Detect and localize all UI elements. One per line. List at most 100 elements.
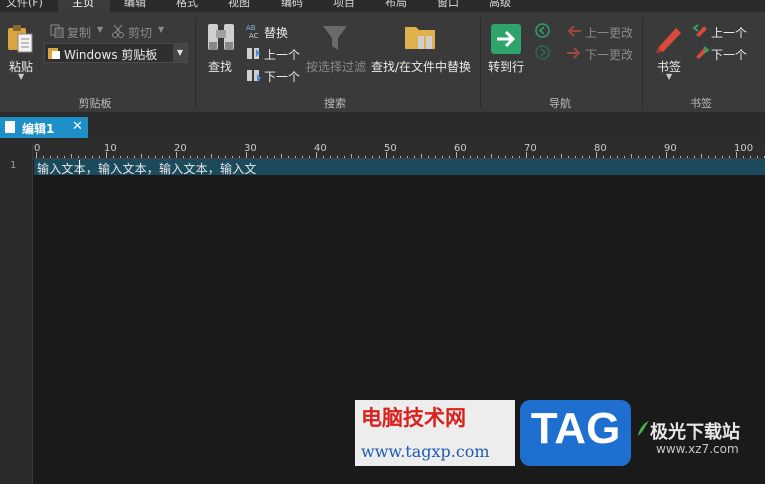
menu-tab-view[interactable]: 视图: [228, 0, 250, 10]
ruler-label: 90: [664, 143, 677, 154]
ruler-tick: [127, 156, 128, 158]
ruler-tick: [449, 156, 450, 158]
goto-line-icon[interactable]: [490, 23, 522, 55]
find-prev-button[interactable]: 上一个: [264, 46, 300, 63]
ruler-tick: [288, 156, 289, 158]
ruler-tick: [414, 156, 415, 158]
ruler-label: 50: [384, 143, 397, 154]
prev-change-button[interactable]: 上一更改: [585, 24, 633, 41]
ruler-tick: [155, 156, 156, 158]
menu-tab-encoding[interactable]: 编码: [281, 0, 303, 10]
filter-button[interactable]: 按选择过滤: [306, 58, 366, 75]
paste-icon[interactable]: [6, 22, 36, 54]
bookmark-dropdown-icon[interactable]: ▼: [666, 72, 672, 81]
copy-dropdown-icon[interactable]: ▼: [97, 25, 103, 34]
replace-icon: AB AC: [246, 23, 262, 40]
bookmark-prev-button[interactable]: 上一个: [711, 24, 747, 41]
watermark-site-name: 电脑技术网: [361, 406, 466, 430]
ruler-tick: [365, 156, 366, 158]
ruler-tick: [162, 156, 163, 158]
ruler-label: 40: [314, 143, 327, 154]
ruler-tick: [78, 156, 79, 158]
find-in-files-button[interactable]: 查找/在文件中替换: [371, 58, 471, 75]
ruler-tick: [610, 156, 611, 158]
menu-tab-file[interactable]: 文件(F): [6, 0, 43, 10]
tag-logo: TAG: [520, 400, 631, 466]
document-tab-strip: 编辑1 ✕: [0, 113, 765, 142]
ruler-tick: [421, 154, 422, 158]
ruler-tick: [547, 156, 548, 158]
find-next-button[interactable]: 下一个: [264, 68, 300, 85]
ruler-tick: [512, 156, 513, 158]
group-label-search: 搜索: [324, 97, 346, 110]
clipboard-select[interactable]: Windows 剪贴板 ▼: [44, 43, 188, 63]
ruler-tick: [113, 156, 114, 158]
ruler-tick: [344, 156, 345, 158]
ruler-tick: [561, 154, 562, 158]
ruler-tick: [267, 156, 268, 158]
ruler-tick: [540, 156, 541, 158]
clipboard-select-chevron-icon[interactable]: ▼: [173, 44, 187, 62]
cut-icon: [111, 24, 125, 38]
ruler-tick: [183, 156, 184, 158]
nav-forward-icon[interactable]: [535, 45, 550, 60]
ruler-tick: [505, 156, 506, 158]
menu-tab-format[interactable]: 格式: [176, 0, 198, 10]
binoculars-icon[interactable]: [205, 20, 237, 54]
ruler-tick: [211, 154, 212, 158]
group-label-bookmarks: 书签: [690, 97, 712, 110]
replace-button[interactable]: 替换: [264, 24, 288, 41]
ruler-tick: [687, 156, 688, 158]
ruler-tick: [92, 156, 93, 158]
ruler-tick: [638, 156, 639, 158]
cut-dropdown-icon[interactable]: ▼: [158, 25, 164, 34]
ruler-tick: [232, 156, 233, 158]
ruler-tick: [484, 156, 485, 158]
find-in-files-icon[interactable]: [404, 21, 438, 53]
paste-dropdown-icon[interactable]: ▼: [18, 72, 24, 81]
group-separator: [480, 18, 481, 108]
ruler-tick: [379, 156, 380, 158]
next-change-button[interactable]: 下一更改: [585, 46, 633, 63]
bookmark-next-icon: [693, 44, 710, 60]
ruler-tick: [659, 156, 660, 158]
ribbon: 粘贴 ▼ 复制 ▼ 剪切 ▼ Windows 剪贴板 ▼ 剪贴板 查找 AB AC…: [0, 12, 765, 113]
ruler-tick: [239, 156, 240, 158]
nav-back-icon[interactable]: [535, 23, 550, 38]
find-next-icon: [246, 67, 262, 83]
ruler-tick: [120, 156, 121, 158]
ruler-tick: [533, 156, 534, 158]
find-button[interactable]: 查找: [208, 58, 232, 75]
menu-tab-window[interactable]: 窗口: [437, 0, 459, 10]
cut-button[interactable]: 剪切: [128, 24, 152, 41]
document-icon: [5, 121, 15, 133]
ruler-tick: [715, 156, 716, 158]
ruler-tick: [190, 156, 191, 158]
next-change-icon: [566, 46, 582, 60]
menu-tab-project[interactable]: 项目: [333, 0, 355, 10]
menu-tab-home[interactable]: 主页: [72, 0, 94, 10]
menu-tab-layout[interactable]: 布局: [385, 0, 407, 10]
goto-line-button[interactable]: 转到行: [488, 58, 524, 75]
svg-text:AC: AC: [249, 32, 259, 39]
menu-tab-edit[interactable]: 编辑: [124, 0, 146, 10]
bookmark-icon[interactable]: [654, 22, 684, 54]
ruler-tick: [295, 156, 296, 158]
ruler-tick: [729, 156, 730, 158]
ruler-tick: [169, 156, 170, 158]
ruler-tick: [204, 156, 205, 158]
tab-document[interactable]: 编辑1 ✕: [0, 117, 88, 138]
close-icon[interactable]: ✕: [72, 119, 83, 134]
svg-text:AB: AB: [246, 24, 256, 32]
group-label-clipboard: 剪贴板: [78, 97, 112, 110]
ruler-tick: [253, 156, 254, 158]
ruler-tick: [603, 156, 604, 158]
bookmark-next-button[interactable]: 下一个: [711, 46, 747, 63]
copy-button[interactable]: 复制: [67, 24, 91, 41]
ruler-label: 80: [594, 143, 607, 154]
ruler-tick: [323, 156, 324, 158]
bookmark-prev-icon: [692, 22, 709, 38]
ruler-tick: [652, 156, 653, 158]
ruler-label: 100: [734, 143, 754, 154]
menu-tab-advanced[interactable]: 高级: [489, 0, 511, 10]
